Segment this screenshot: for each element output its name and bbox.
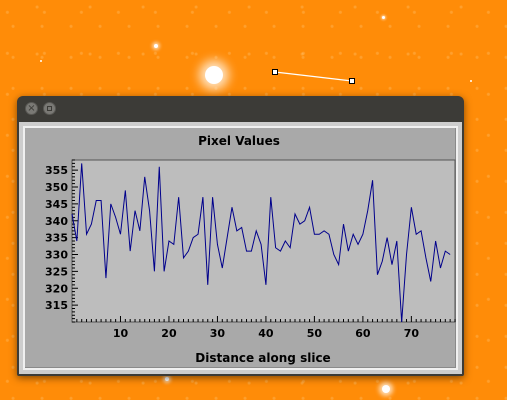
- chart-title: Pixel Values: [198, 134, 280, 148]
- close-icon[interactable]: ×: [25, 102, 38, 115]
- y-tick-label: 330: [45, 249, 68, 262]
- x-axis-label: Distance along slice: [195, 351, 330, 365]
- x-tick-label: 40: [258, 327, 274, 340]
- maximize-icon[interactable]: [43, 102, 56, 115]
- pixel-values-chart: Pixel Values 315 320 325 330 335 340 345 350 355…: [45, 134, 456, 365]
- plot-window: × Pixel Values 315 320 325 330 335 340 345 350 3…: [17, 96, 464, 376]
- slice-end-handle[interactable]: [349, 78, 355, 84]
- x-tick-label: 20: [161, 327, 177, 340]
- y-tick-label: 320: [45, 282, 68, 295]
- window-content: Pixel Values 315 320 325 330 335 340 345 350 355…: [19, 122, 462, 374]
- x-tick-label: 60: [355, 327, 371, 340]
- x-tick-label: 70: [404, 327, 420, 340]
- y-tick-label: 335: [45, 232, 68, 245]
- y-tick-label: 325: [45, 265, 68, 278]
- slice-start-handle[interactable]: [272, 69, 278, 75]
- y-tick-label: 350: [45, 181, 68, 194]
- y-tick-label: 355: [45, 164, 68, 177]
- x-tick-label: 10: [113, 327, 129, 340]
- plot-frame: Pixel Values 315 320 325 330 335 340 345 350 355…: [23, 126, 458, 370]
- x-tick-label: 50: [307, 327, 323, 340]
- y-tick-label: 315: [45, 299, 68, 312]
- x-tick-label: 30: [210, 327, 226, 340]
- y-tick-label: 340: [45, 215, 68, 228]
- slice-line[interactable]: [274, 71, 353, 82]
- y-tick-label: 345: [45, 198, 68, 211]
- window-titlebar[interactable]: ×: [17, 96, 464, 122]
